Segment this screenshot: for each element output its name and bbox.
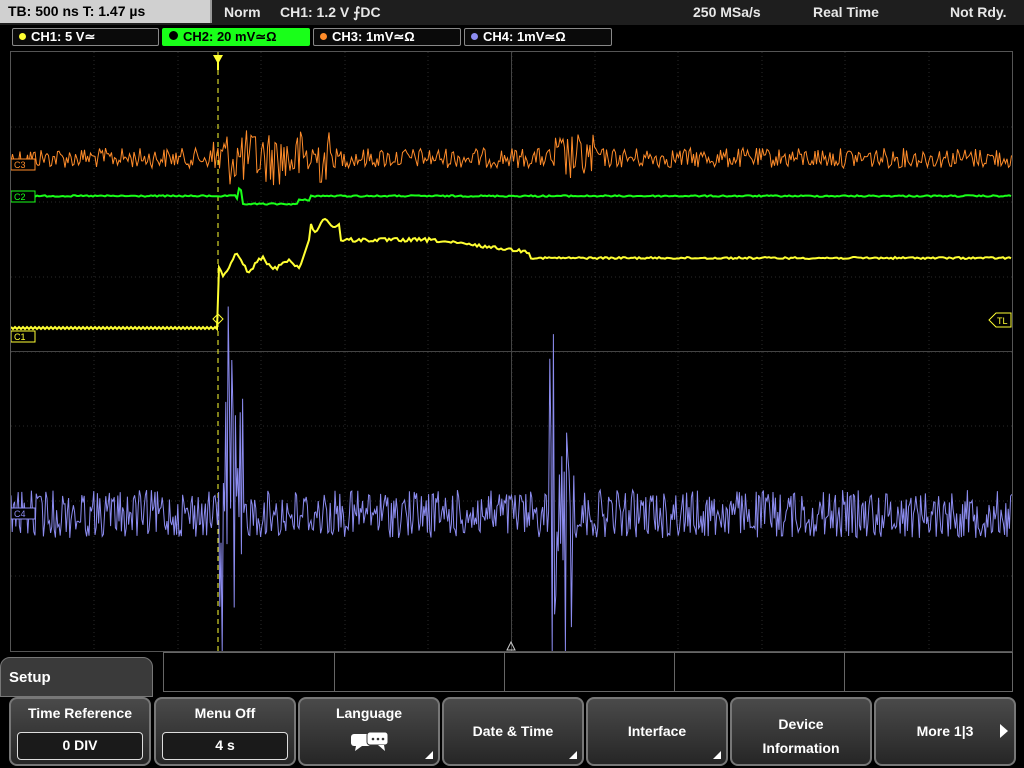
more-label: More 1|3 <box>916 723 974 739</box>
sample-rate: 250 MSa/s <box>693 4 761 20</box>
menu-off-button[interactable]: Menu Off 4 s <box>154 697 296 766</box>
c2-marker-label: C2 <box>14 192 26 202</box>
menu-off-label: Menu Off <box>194 705 256 721</box>
date-time-button[interactable]: Date & Time <box>442 697 584 766</box>
c2-marker[interactable]: C2 <box>11 190 36 203</box>
ch1-dot-icon <box>19 33 26 40</box>
ch1-label: CH1: 5 V≃ <box>31 29 96 44</box>
ch2-label: CH2: 20 mV≃Ω <box>183 29 277 44</box>
more-button[interactable]: More 1|3 <box>874 697 1016 766</box>
acquisition-mode: Real Time <box>813 4 879 20</box>
tab-ch3[interactable]: CH3: 1mV≃Ω <box>313 28 461 46</box>
c1-marker[interactable]: C1 <box>11 330 36 343</box>
menu-off-value: 4 s <box>162 732 288 760</box>
ch3-label: CH3: 1mV≃Ω <box>332 29 415 44</box>
ruler-tick <box>334 653 335 691</box>
submenu-indicator-icon <box>713 751 721 759</box>
ch4-label: CH4: 1mV≃Ω <box>483 29 566 44</box>
submenu-indicator-icon <box>425 751 433 759</box>
ruler-tick <box>674 653 675 691</box>
trigger-info[interactable]: CH1: 1.2 V ⨍DC <box>280 0 381 25</box>
language-label: Language <box>335 705 403 721</box>
time-reference-button[interactable]: Time Reference 0 DIV <box>9 697 151 766</box>
time-reference-label: Time Reference <box>27 705 132 721</box>
device-information-button[interactable]: Device Information <box>730 697 872 766</box>
c3-marker-label: C3 <box>14 160 26 170</box>
c1-marker-label: C1 <box>14 332 26 342</box>
submenu-indicator-icon <box>569 751 577 759</box>
graticule <box>11 52 1012 651</box>
timebase-readout[interactable]: TB: 500 ns T: 1.47 µs <box>0 0 212 23</box>
trigger-level-marker[interactable]: TL <box>988 312 1012 328</box>
speech-bubbles-icon <box>351 731 389 751</box>
c4-marker[interactable]: C4 <box>11 507 36 520</box>
arrow-right-icon <box>1000 724 1008 738</box>
menu-title: Setup <box>0 657 153 697</box>
waveform-canvas: C3 C2 C1 C4 TL <box>11 52 1012 651</box>
trigger-mode[interactable]: Norm <box>224 0 261 25</box>
c4-marker-label: C4 <box>14 509 26 519</box>
device-information-line2: Information <box>762 740 840 756</box>
ruler-tick <box>504 653 505 691</box>
tab-ch4[interactable]: CH4: 1mV≃Ω <box>464 28 612 46</box>
device-information-line1: Device <box>778 716 824 732</box>
tab-ch2[interactable]: CH2: 20 mV≃Ω <box>162 28 310 46</box>
trigger-level-label: TL <box>997 316 1008 326</box>
ch2-dot-icon <box>169 31 178 40</box>
interface-button[interactable]: Interface <box>586 697 728 766</box>
date-time-label: Date & Time <box>472 723 554 739</box>
ch3-dot-icon <box>320 33 327 40</box>
interface-label: Interface <box>627 723 687 739</box>
language-button[interactable]: Language <box>298 697 440 766</box>
zoom-ruler <box>163 652 1013 692</box>
time-reference-value: 0 DIV <box>17 732 143 760</box>
waveform-display[interactable]: C3 C2 C1 C4 TL <box>10 51 1013 652</box>
c3-marker[interactable]: C3 <box>11 158 36 171</box>
ch4-dot-icon <box>471 33 478 40</box>
device-information-label: Device Information <box>732 712 870 760</box>
channel-bar: CH1: 5 V≃ CH2: 20 mV≃Ω CH3: 1mV≃Ω CH4: 1… <box>0 25 1024 49</box>
tab-ch1[interactable]: CH1: 5 V≃ <box>12 28 159 46</box>
status-bar: TB: 500 ns T: 1.47 µs Norm CH1: 1.2 V ⨍D… <box>0 0 1024 25</box>
acquisition-state: Not Rdy. <box>950 4 1007 20</box>
ruler-tick <box>844 653 845 691</box>
